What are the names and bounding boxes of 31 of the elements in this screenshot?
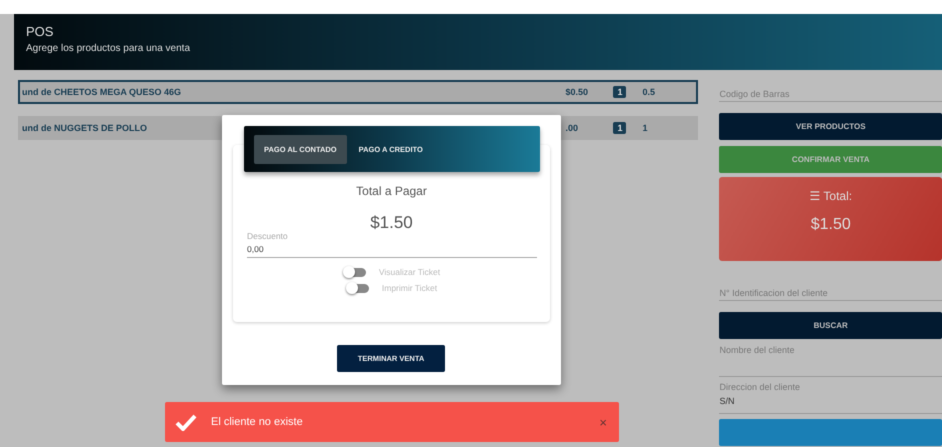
action-button[interactable]: VER PRODUCTOS xyxy=(719,113,942,140)
total-amount: $1.50 xyxy=(810,216,851,234)
toggle-label: Imprimir Ticket xyxy=(382,283,438,293)
page-title: POS xyxy=(26,24,54,39)
total-amount: $1.50 xyxy=(370,213,413,233)
total-label: Total: xyxy=(823,189,852,203)
toast-message: El cliente no existe xyxy=(211,416,304,428)
product-subtotal: 0.5 xyxy=(642,87,656,97)
product-price: $0.50 xyxy=(565,87,589,97)
total-label: Total a Pagar xyxy=(356,184,427,198)
field-label: Descuento xyxy=(247,231,289,241)
product-price: .00 xyxy=(565,123,579,133)
quantity-badge: 1 xyxy=(613,86,626,98)
menu-icon: ☰ xyxy=(809,189,820,203)
discount-field[interactable]: Descuento 0,00 xyxy=(247,231,537,258)
action-button[interactable]: BUSCAR xyxy=(719,312,942,339)
toggle-label: Visualizar Ticket xyxy=(378,267,440,277)
input-field[interactable]: Direccion del cliente S/N xyxy=(719,382,942,414)
toggle-switch[interactable] xyxy=(346,282,370,294)
quantity-badge: 1 xyxy=(613,122,626,134)
page-subtitle: Agrege los productos para una venta xyxy=(26,43,191,54)
toggle-switch[interactable] xyxy=(342,266,367,278)
field-value: 0,00 xyxy=(247,244,265,254)
product-subtotal: 1 xyxy=(642,123,648,133)
field-label: Direccion del cliente xyxy=(719,382,802,392)
product-name: und de CHEETOS MEGA QUESO 46G xyxy=(22,87,182,97)
product-name: und de NUGGETS DE POLLO xyxy=(22,123,148,133)
field-value: S/N xyxy=(719,396,736,406)
checkmark-icon xyxy=(175,414,197,430)
product-row[interactable]: und de CHEETOS MEGA QUESO 46G $0.50 1 0.5 xyxy=(18,80,698,104)
field-label: Nombre del cliente xyxy=(719,345,796,355)
